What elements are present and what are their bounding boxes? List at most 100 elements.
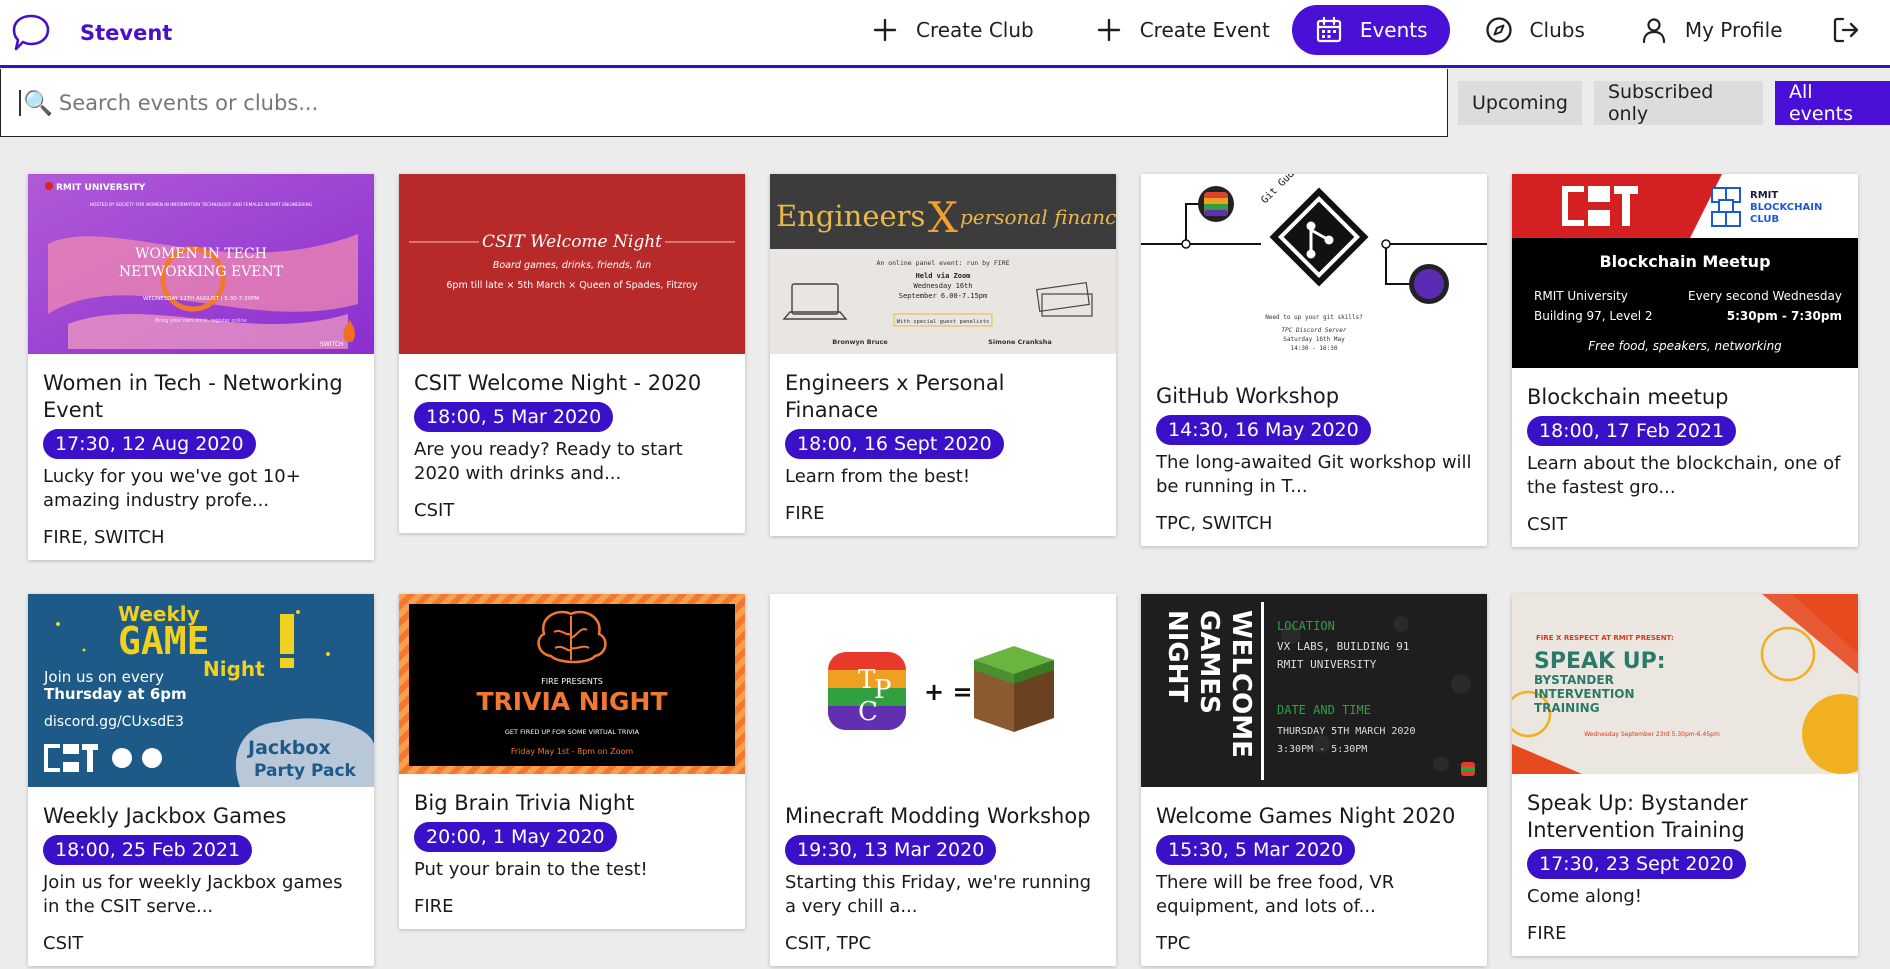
poster-l2: RMIT UNIVERSITY [1277, 658, 1377, 671]
poster-line2: NETWORKING EVENT [119, 264, 284, 280]
search-box[interactable]: 🔍 [0, 69, 1448, 137]
event-title: CSIT Welcome Night - 2020 [414, 371, 702, 395]
poster-v1: WELCOME [1226, 610, 1256, 758]
user-icon [1642, 18, 1665, 44]
poster-p1: Bronwyn Bruce [832, 338, 888, 346]
poster-loc: LOCATION [1277, 619, 1335, 633]
event-date-badge: 18:00, 17 Feb 2021 [1527, 416, 1737, 446]
my-profile-nav-button[interactable]: My Profile [1639, 5, 1783, 55]
poster-guest: With special guest panelists [897, 319, 990, 325]
poster-join: Join us on every [43, 668, 164, 686]
event-title: Welcome Games Night 2020 [1156, 804, 1456, 828]
poster-freq: Every second Wednesday [1688, 289, 1842, 303]
event-clubs: TPC [1156, 933, 1191, 954]
poster-q: Need to up your git skills? [1265, 314, 1363, 321]
event-date-badge: 20:00, 1 May 2020 [414, 822, 617, 852]
poster-heading: SPEAK UP: [1534, 649, 1666, 674]
event-clubs: FIRE [414, 896, 454, 917]
poster-party: Party Pack [254, 761, 357, 781]
event-description: There will be free food, VR equipment, a… [1156, 872, 1395, 917]
jackbox-poster: Weekly GAME Night Join us on every Thurs… [28, 594, 374, 787]
event-poster: FIRE PRESENTS TRIVIA NIGHT GET FIRED UP … [399, 594, 745, 774]
create-club-label: Create Club [916, 18, 1034, 42]
event-card[interactable]: T P C + = Minecraft Modding Workshop 19:… [770, 594, 1116, 966]
search-row: 🔍 Upcoming Subscribed only All events [0, 69, 1890, 138]
event-poster: Git Gud Need to up your git skills? TPC … [1141, 174, 1487, 367]
poster-x: X [928, 193, 958, 242]
event-description: Are you ready? Ready to start 2020 with … [414, 439, 683, 484]
event-date-badge: 15:30, 5 Mar 2020 [1156, 835, 1356, 865]
github-workshop-poster: Git Gud Need to up your git skills? TPC … [1141, 174, 1487, 367]
event-poster: Weekly GAME Night Join us on every Thurs… [28, 594, 374, 787]
event-clubs: FIRE, SWITCH [43, 527, 165, 548]
event-title: Women in Tech - Networking Event [43, 371, 343, 422]
trivia-poster: FIRE PRESENTS TRIVIA NIGHT GET FIRED UP … [399, 594, 745, 774]
poster-d2: 3:30PM - 5:30PM [1277, 744, 1367, 755]
compass-icon [1485, 17, 1512, 43]
event-title: Weekly Jackbox Games [43, 804, 287, 828]
poster-held: Held via Zoom [916, 272, 971, 280]
clubs-nav-button[interactable]: Clubs [1484, 5, 1585, 55]
poster-link: discord.gg/CUxsdE3 [44, 714, 184, 730]
poster-details: 6pm till late × 5th March × Queen of Spa… [446, 280, 698, 291]
search-input[interactable] [58, 90, 1359, 115]
event-card[interactable]: FIRE PRESENTS TRIVIA NIGHT GET FIRED UP … [399, 594, 745, 929]
poster-sub: GET FIRED UP FOR SOME VIRTUAL TRIVIA [505, 728, 640, 736]
event-date-badge: 18:00, 16 Sept 2020 [785, 429, 1004, 459]
poster-time: September 6.00-7.15pm [899, 292, 988, 300]
event-poster: CSIT Welcome Night Board games, drinks, … [399, 174, 745, 354]
poster-left: Engineers [776, 199, 925, 233]
poster-presents: FIRE X RESPECT AT RMIT PRESENT: [1536, 634, 1674, 642]
create-event-button[interactable]: Create Event [1094, 5, 1270, 55]
filter-group: Upcoming Subscribed only All events [1458, 81, 1890, 125]
logout-button[interactable] [1831, 5, 1861, 55]
event-clubs: CSIT [1527, 514, 1568, 535]
event-clubs: CSIT [43, 933, 84, 954]
filter-subscribed-button[interactable]: Subscribed only [1593, 81, 1763, 125]
event-card[interactable]: CSIT Welcome Night Board games, drinks, … [399, 174, 745, 533]
poster-thu: Thursday at 6pm [44, 685, 187, 703]
magnifier-icon: 🔍 [23, 88, 53, 117]
event-card[interactable]: Engineers X personal finance An online p… [770, 174, 1116, 536]
event-poster: Engineers X personal finance An online p… [770, 174, 1116, 354]
event-card[interactable]: Git Gud Need to up your git skills? TPC … [1141, 174, 1487, 546]
poster-v2: GAMES [1194, 610, 1224, 714]
minecraft-poster: T P C + = [770, 594, 1116, 787]
create-event-label: Create Event [1139, 18, 1270, 42]
plus-icon [1097, 18, 1120, 42]
event-date-badge: 14:30, 16 May 2020 [1156, 415, 1371, 445]
event-clubs: TPC, SWITCH [1156, 513, 1273, 534]
poster-heading: CSIT Welcome Night [482, 232, 662, 252]
blockchain-poster: RMIT BLOCKCHAIN CLUB Blockchain Meetup R… [1512, 174, 1858, 368]
brand[interactable]: Stevent [10, 12, 172, 54]
events-nav-button[interactable]: Events [1291, 5, 1450, 55]
create-club-button[interactable]: Create Club [870, 5, 1034, 55]
poster-heading: TRIVIA NIGHT [476, 687, 667, 716]
event-date-badge: 19:30, 13 Mar 2020 [785, 835, 997, 865]
poster-when: Saturday 16th May [1283, 336, 1345, 343]
events-label: Events [1359, 18, 1428, 42]
event-description: Starting this Friday, we're running a ve… [785, 872, 1092, 917]
filter-upcoming-button[interactable]: Upcoming [1458, 81, 1582, 125]
poster-p2: Simone Cranksha [988, 338, 1052, 346]
poster-presents: FIRE PRESENTS [541, 677, 603, 686]
event-card[interactable]: RMIT UNIVERSITY HOSTED BY SOCIETY FOR WO… [28, 174, 374, 560]
event-card[interactable]: FIRE X RESPECT AT RMIT PRESENT: SPEAK UP… [1512, 594, 1858, 956]
filter-all-events-button[interactable]: All events [1774, 81, 1890, 125]
poster-sub: Board games, drinks, friends, fun [493, 260, 651, 271]
event-card[interactable]: Weekly GAME Night Join us on every Thurs… [28, 594, 374, 966]
event-poster: RMIT BLOCKCHAIN CLUB Blockchain Meetup R… [1512, 174, 1858, 368]
poster-loc2: Building 97, Level 2 [1534, 309, 1653, 323]
event-card[interactable]: RMIT BLOCKCHAIN CLUB Blockchain Meetup R… [1512, 174, 1858, 547]
event-clubs: CSIT, TPC [785, 933, 872, 954]
event-card[interactable]: WELCOME GAMES NIGHT LOCATION VX LABS, BU… [1141, 594, 1487, 966]
poster-loc1: RMIT University [1534, 289, 1628, 303]
poster-game: GAME [118, 619, 210, 663]
plus-icon [873, 18, 897, 42]
tpc-logo-icon: T P C [828, 652, 906, 730]
grass-block-icon [974, 646, 1054, 732]
poster-when: Friday May 1st - 8pm on Zoom [511, 747, 634, 756]
event-title: Speak Up: Bystander Intervention Trainin… [1527, 791, 1748, 842]
engineers-finance-poster: Engineers X personal finance An online p… [770, 174, 1116, 354]
poster-dt: DATE AND TIME [1277, 703, 1371, 717]
